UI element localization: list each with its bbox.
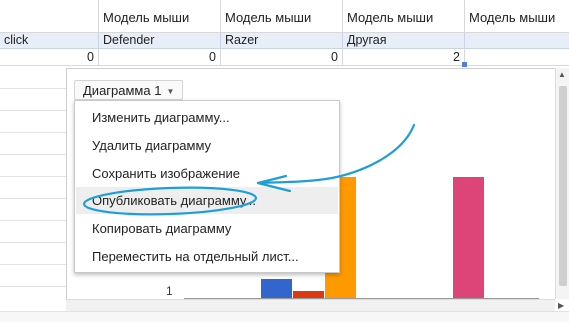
cell-value-3[interactable]: 2 xyxy=(343,49,465,66)
chart-context-menu: Изменить диаграмму... Удалить диаграмму … xyxy=(74,100,340,273)
menu-item-save-image[interactable]: Сохранить изображение xyxy=(76,160,338,187)
scroll-up-arrow-icon[interactable]: ▲ xyxy=(558,70,566,79)
cell-value-1[interactable]: 0 xyxy=(99,49,221,66)
grid-line xyxy=(0,220,66,221)
cell-name-1[interactable]: Defender xyxy=(99,33,221,49)
chart-bar-blue xyxy=(261,279,292,298)
grid-line xyxy=(0,176,66,177)
cell-value-4[interactable] xyxy=(465,49,569,66)
grid-line xyxy=(0,242,66,243)
cell-value-2[interactable]: 0 xyxy=(221,49,343,66)
header-row: Модель мыши Модель мыши Модель мыши Моде… xyxy=(0,0,569,33)
grid-line xyxy=(0,154,66,155)
chart-bar-red xyxy=(293,291,324,298)
menu-item-move-to-sheet[interactable]: Переместить на отдельный лист... xyxy=(76,243,338,270)
left-grid-rows xyxy=(0,66,66,321)
spreadsheet-grid: Модель мыши Модель мыши Модель мыши Моде… xyxy=(0,0,569,68)
cell-name-3[interactable]: Другая xyxy=(343,33,465,49)
grid-line xyxy=(0,198,66,199)
name-row: click Defender Razer Другая xyxy=(0,33,569,49)
vertical-scrollbar[interactable] xyxy=(555,68,569,299)
menu-item-copy-chart[interactable]: Копировать диаграмму xyxy=(76,215,338,242)
cell-header-4[interactable]: Модель мыши xyxy=(465,0,569,33)
menu-item-publish-chart[interactable]: Опубликовать диаграмму... xyxy=(76,187,338,214)
chart-y-tick: 1 xyxy=(166,284,173,298)
menu-item-edit-chart[interactable]: Изменить диаграмму... xyxy=(76,104,338,131)
cell-header-1[interactable]: Модель мыши xyxy=(99,0,221,33)
chart-menu-button-label: Диаграмма 1 xyxy=(83,83,162,98)
grid-line xyxy=(0,286,66,287)
cell-header-0[interactable] xyxy=(0,0,99,33)
cell-name-0[interactable]: click xyxy=(0,33,99,49)
menu-item-delete-chart[interactable]: Удалить диаграмму xyxy=(76,132,338,159)
sheet-bottom-bar xyxy=(0,311,569,322)
cell-header-3[interactable]: Модель мыши xyxy=(343,0,465,33)
value-row: 0 0 0 2 xyxy=(0,49,569,66)
cell-name-4[interactable] xyxy=(465,33,569,49)
grid-line xyxy=(0,88,66,89)
grid-line xyxy=(0,110,66,111)
grid-line xyxy=(0,132,66,133)
selection-fill-handle[interactable] xyxy=(462,62,467,67)
chevron-down-icon: ▼ xyxy=(166,86,175,96)
cell-header-2[interactable]: Модель мыши xyxy=(221,0,343,33)
grid-line xyxy=(0,264,66,265)
chart-bar-pink xyxy=(453,177,484,298)
chart-menu-button[interactable]: Диаграмма 1 ▼ xyxy=(74,80,184,100)
vertical-scroll-thumb[interactable] xyxy=(559,86,567,286)
scroll-right-arrow-icon[interactable]: ▶ xyxy=(558,301,564,310)
cell-value-0[interactable]: 0 xyxy=(0,49,99,66)
cell-name-2[interactable]: Razer xyxy=(221,33,343,49)
